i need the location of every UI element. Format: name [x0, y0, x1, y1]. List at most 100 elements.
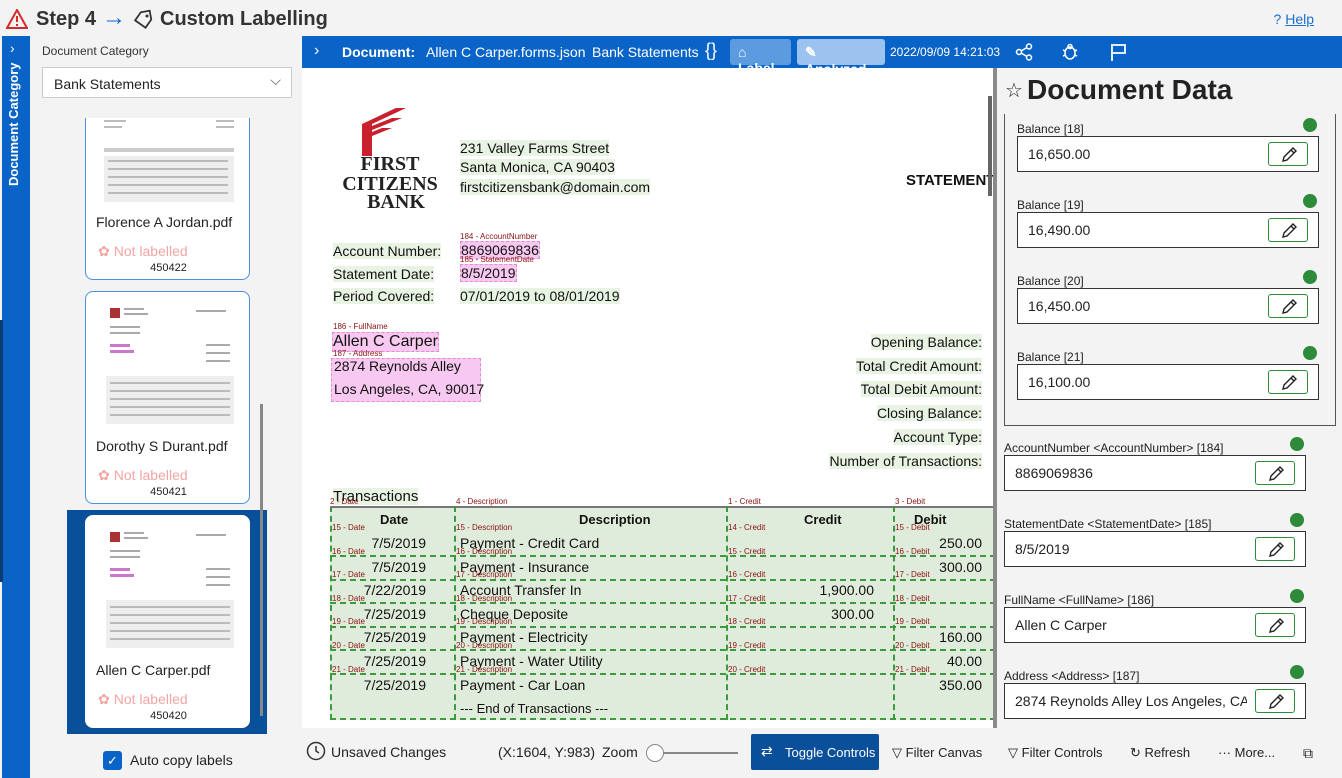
transactions-table[interactable] [330, 506, 996, 720]
top-header: Step 4 → Custom Labelling ? Help [0, 0, 1342, 36]
bottom-bar: Unsaved Changes (X:1604, Y:983) Zoom ⇄ T… [302, 728, 1342, 778]
help-link[interactable]: ? Help [1274, 11, 1314, 27]
field-tag: 184 - AccountNumber [460, 232, 538, 241]
toggle-controls-button[interactable]: ⇄ Toggle Controls [751, 734, 879, 770]
document-id: 450420 [150, 710, 187, 722]
field-label: Balance [18] [1017, 122, 1084, 136]
thumbnail-image [106, 532, 234, 648]
field-value: 16,650.00 [1028, 146, 1091, 162]
canvas-scrollbar[interactable] [988, 96, 992, 196]
field-value-box[interactable]: 16,450.00 [1017, 288, 1319, 324]
field-value-box[interactable]: Allen C Carper [1004, 607, 1306, 643]
status-dot [1290, 589, 1304, 603]
period-label: Period Covered: [333, 288, 435, 304]
zoom-slider-thumb[interactable] [646, 744, 664, 762]
cursor-coordinates: (X:1604, Y:983) [498, 744, 596, 760]
popout-icon[interactable]: ⧉ [1303, 745, 1313, 762]
cell-date: 7/25/2019 [363, 606, 426, 622]
doc-list-scrollbar[interactable] [260, 404, 263, 716]
field-value-box[interactable]: 8/5/2019 [1004, 531, 1306, 567]
status-dot [1290, 437, 1304, 451]
column-divider [893, 506, 895, 720]
json-braces-icon[interactable]: {} [705, 40, 717, 61]
more-icon: ··· [1218, 745, 1231, 760]
edit-button[interactable] [1255, 537, 1295, 561]
cell-tag: 21 - Date [332, 665, 365, 674]
total-credit-label: Total Credit Amount: [855, 358, 982, 374]
cell-tag: 18 - Debit [895, 594, 930, 603]
cell-tag: 20 - Description [456, 641, 513, 650]
cell-tag: 21 - Debit [895, 665, 930, 674]
document-id: 450421 [150, 486, 187, 498]
address-line-1: 2874 Reynolds Alley [334, 358, 461, 374]
field-value-box[interactable]: 16,650.00 [1017, 136, 1319, 172]
cell-tag: 20 - Credit [728, 665, 766, 674]
field-item: Address <Address> [187] 2874 Reynolds All… [1004, 665, 1306, 721]
cell-tag: 14 - Credit [728, 523, 766, 532]
share-icon[interactable] [1015, 43, 1033, 61]
field-tag: 187 - Address [333, 349, 383, 358]
logo-text-1: FIRST [361, 153, 421, 175]
pencil-icon [1269, 466, 1284, 481]
filter-canvas-button[interactable]: ▽ Filter Canvas [892, 745, 982, 761]
rail-label: Document Category [6, 62, 21, 186]
chevron-right-icon[interactable]: › [10, 40, 15, 56]
label-status: ✿ Not labelled [98, 243, 188, 260]
document-thumbnail [96, 300, 241, 428]
analyzed-button[interactable]: ✎ Analyzed [797, 39, 885, 77]
edit-button[interactable] [1255, 689, 1295, 713]
edit-button[interactable] [1268, 370, 1308, 394]
refresh-button[interactable]: ↻ Refresh [1130, 745, 1190, 761]
label-status: ✿ Not labelled [98, 691, 188, 708]
cell-tag: 19 - Credit [728, 641, 766, 650]
more-button[interactable]: ··· More... [1218, 745, 1275, 760]
field-value: 8869069836 [1015, 465, 1093, 481]
document-data-title: Document Data [1027, 74, 1233, 105]
opening-balance-label: Opening Balance: [870, 334, 982, 350]
field-item: FullName <FullName> [186] Allen C Carper [1004, 589, 1306, 645]
bug-icon[interactable] [1060, 42, 1080, 62]
label-button[interactable]: ⌂ Label [730, 39, 791, 76]
column-header: Credit [804, 512, 842, 527]
cell-tag: 19 - Date [332, 617, 365, 626]
field-value-box[interactable]: 8869069836 [1004, 455, 1306, 491]
field-label: Balance [21] [1017, 350, 1084, 364]
category-select[interactable]: Bank Statements ⌵ [42, 67, 292, 98]
table-top-border [330, 506, 996, 508]
status-dot [1303, 194, 1317, 208]
more-label: More... [1234, 745, 1276, 760]
document-card[interactable]: Dorothy S Durant.pdf ✿ Not labelled 45042… [85, 291, 250, 504]
statement-date-value[interactable]: 8/5/2019 [460, 264, 517, 282]
flag-icon[interactable] [1110, 42, 1128, 62]
bug-icon: ✿ [98, 691, 110, 707]
edit-button[interactable] [1268, 294, 1308, 318]
field-item: Balance [18] 16,650.00 [1017, 118, 1319, 174]
document-canvas[interactable]: FIRST CITIZENS BANK 231 Valley Farms Str… [302, 68, 996, 728]
edit-button[interactable] [1255, 613, 1295, 637]
document-card-selected[interactable]: Allen C Carper.pdf ✿ Not labelled 450420 [85, 515, 250, 728]
field-value-box[interactable]: 16,100.00 [1017, 364, 1319, 400]
bank-email: firstcitizensbank@domain.com [460, 179, 651, 195]
edit-button[interactable] [1255, 461, 1295, 485]
warning-icon [6, 9, 28, 29]
pencil-icon [1282, 375, 1297, 390]
unsaved-changes: Unsaved Changes [331, 744, 447, 760]
bank-address-1: 231 Valley Farms Street [460, 140, 610, 156]
field-value-box[interactable]: 2874 Reynolds Alley Los Angeles, CA, 900… [1004, 683, 1306, 719]
end-of-transactions: --- End of Transactions --- [460, 701, 609, 716]
field-value-box[interactable]: 16,490.00 [1017, 212, 1319, 248]
auto-copy-checkbox[interactable]: ✓ [103, 751, 122, 770]
column-header: Description [579, 512, 651, 527]
edit-button[interactable] [1268, 142, 1308, 166]
cell-tag: 16 - Debit [895, 547, 930, 556]
cell-tag: 17 - Debit [895, 570, 930, 579]
edit-button[interactable] [1268, 218, 1308, 242]
field-label: AccountNumber <AccountNumber> [184] [1004, 441, 1224, 455]
field-item: Balance [20] 16,450.00 [1017, 270, 1319, 326]
cell-tag: 17 - Credit [728, 594, 766, 603]
help-link-text: Help [1285, 11, 1314, 27]
filter-controls-button[interactable]: ▽ Filter Controls [1008, 745, 1103, 761]
document-card[interactable]: Florence A Jordan.pdf ✿ Not labelled 4504… [85, 118, 250, 280]
chevron-right-icon[interactable]: › [314, 42, 319, 60]
field-tag: 185 - StatementDate [460, 255, 534, 264]
